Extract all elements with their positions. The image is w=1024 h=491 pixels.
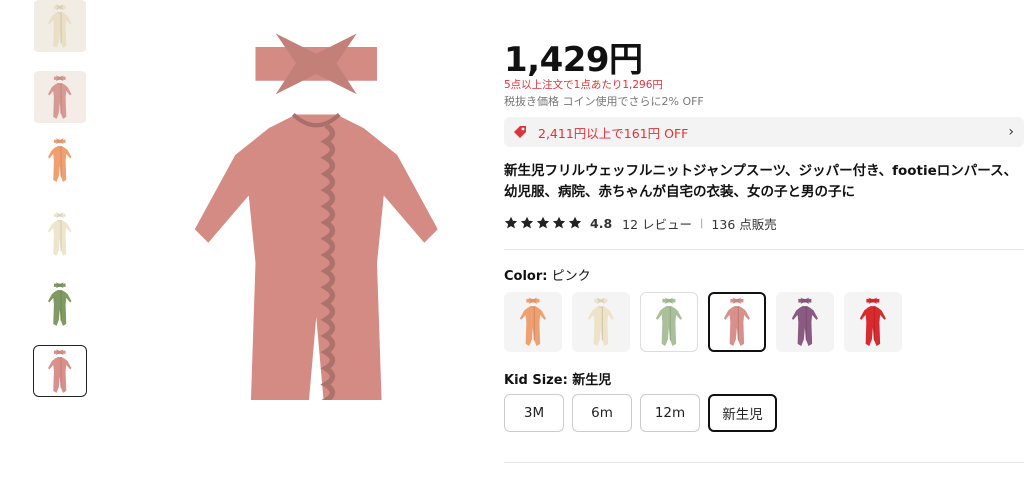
romper-image [723,297,750,347]
star-icon [552,216,566,229]
thumbnail-item[interactable] [33,134,87,186]
chevron-right-icon: › [1008,124,1014,140]
romper-shape [194,33,438,486]
romper-shape [791,297,818,347]
size-button-newborn[interactable]: 新生児 [708,394,777,432]
thumbnail-item[interactable] [33,278,87,330]
star-rating [504,216,582,230]
romper-shape [723,297,750,347]
star-icon [568,216,582,229]
rating-value: 4.8 [590,215,613,231]
romper-shape [48,212,72,256]
color-swatch-sage[interactable] [640,292,698,352]
romper-image [587,297,614,347]
size-label: Kid Size: 新生児 [504,373,612,388]
star-icon [520,216,534,229]
color-selected-value: ピンク [551,269,591,284]
romper-image [34,0,86,52]
tax-note: 税抜き価格 コイン使用でさらに2% OFF [504,95,704,108]
color-swatch-orange[interactable] [504,292,562,352]
color-label: Color: ピンク [504,265,591,284]
romper-image [519,297,546,347]
size-button-3m[interactable]: 3M [504,394,564,432]
product-title: 新生児フリルウェッフルニットジャンプスーツ、ジッパー付き、footieロンパース… [504,163,1018,200]
divider [504,249,1024,250]
romper-image [48,212,72,256]
thumbnail-item[interactable] [33,71,87,123]
product-page: 1,429円 5点以上注文で1点あたり1,296円 税抜き価格 コイン使用でさら… [0,0,1024,491]
romper-image [859,297,886,347]
color-label-key: Color: [504,269,548,284]
size-options: 3M 6m 12m 新生児 [504,394,777,432]
main-product-image [175,20,445,486]
color-swatch-cream[interactable] [572,292,630,352]
sold-count: 136 点販売 [711,216,777,232]
coupon-banner[interactable]: 2,411円以上で161円 OFF › [504,117,1024,147]
romper-shape [655,297,682,347]
romper-shape [519,297,546,347]
review-count-link[interactable]: 12 レビュー [622,214,692,233]
thumbnail-item[interactable] [33,0,87,52]
divider [504,462,1024,463]
separator: | [700,217,704,229]
romper-shape [48,138,72,182]
romper-image [791,297,818,347]
size-button-12m[interactable]: 12m [640,394,700,432]
romper-image [194,33,438,486]
coupon-text: 2,411円以上で161円 OFF [538,125,689,141]
color-swatch-red[interactable] [844,292,902,352]
bulk-discount-text: 5点以上注文で1点あたり1,296円 [504,79,663,91]
color-swatch-pink[interactable] [708,292,766,352]
thumbnail-item[interactable] [33,208,87,260]
color-swatch-purple[interactable] [776,292,834,352]
romper-shape [859,297,886,347]
romper-shape [48,349,72,393]
romper-image [48,282,72,326]
star-icon [536,216,550,229]
size-button-6m[interactable]: 6m [572,394,632,432]
romper-shape [587,297,614,347]
tag-icon [514,126,526,138]
rating-row: 4.8 12 レビュー | 136 点販売 [504,213,777,233]
color-swatches [504,292,902,352]
romper-image [48,138,72,182]
romper-image [655,297,682,347]
star-icon [504,216,518,229]
price: 1,429円 [504,40,643,80]
romper-shape [48,282,72,326]
romper-image [48,349,72,393]
thumbnail-item-selected[interactable] [33,345,87,397]
romper-image [34,71,86,123]
